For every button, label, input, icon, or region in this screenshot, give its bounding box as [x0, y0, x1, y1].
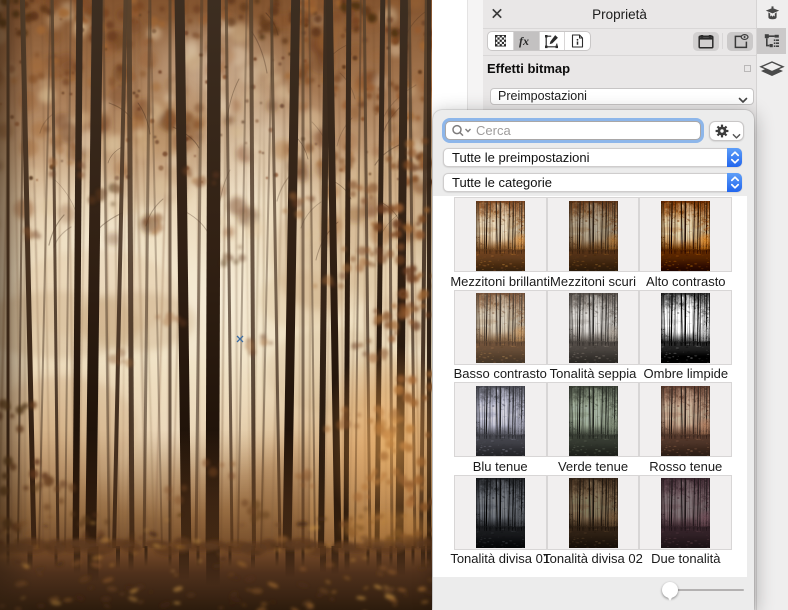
svg-text:fx: fx: [519, 34, 529, 48]
